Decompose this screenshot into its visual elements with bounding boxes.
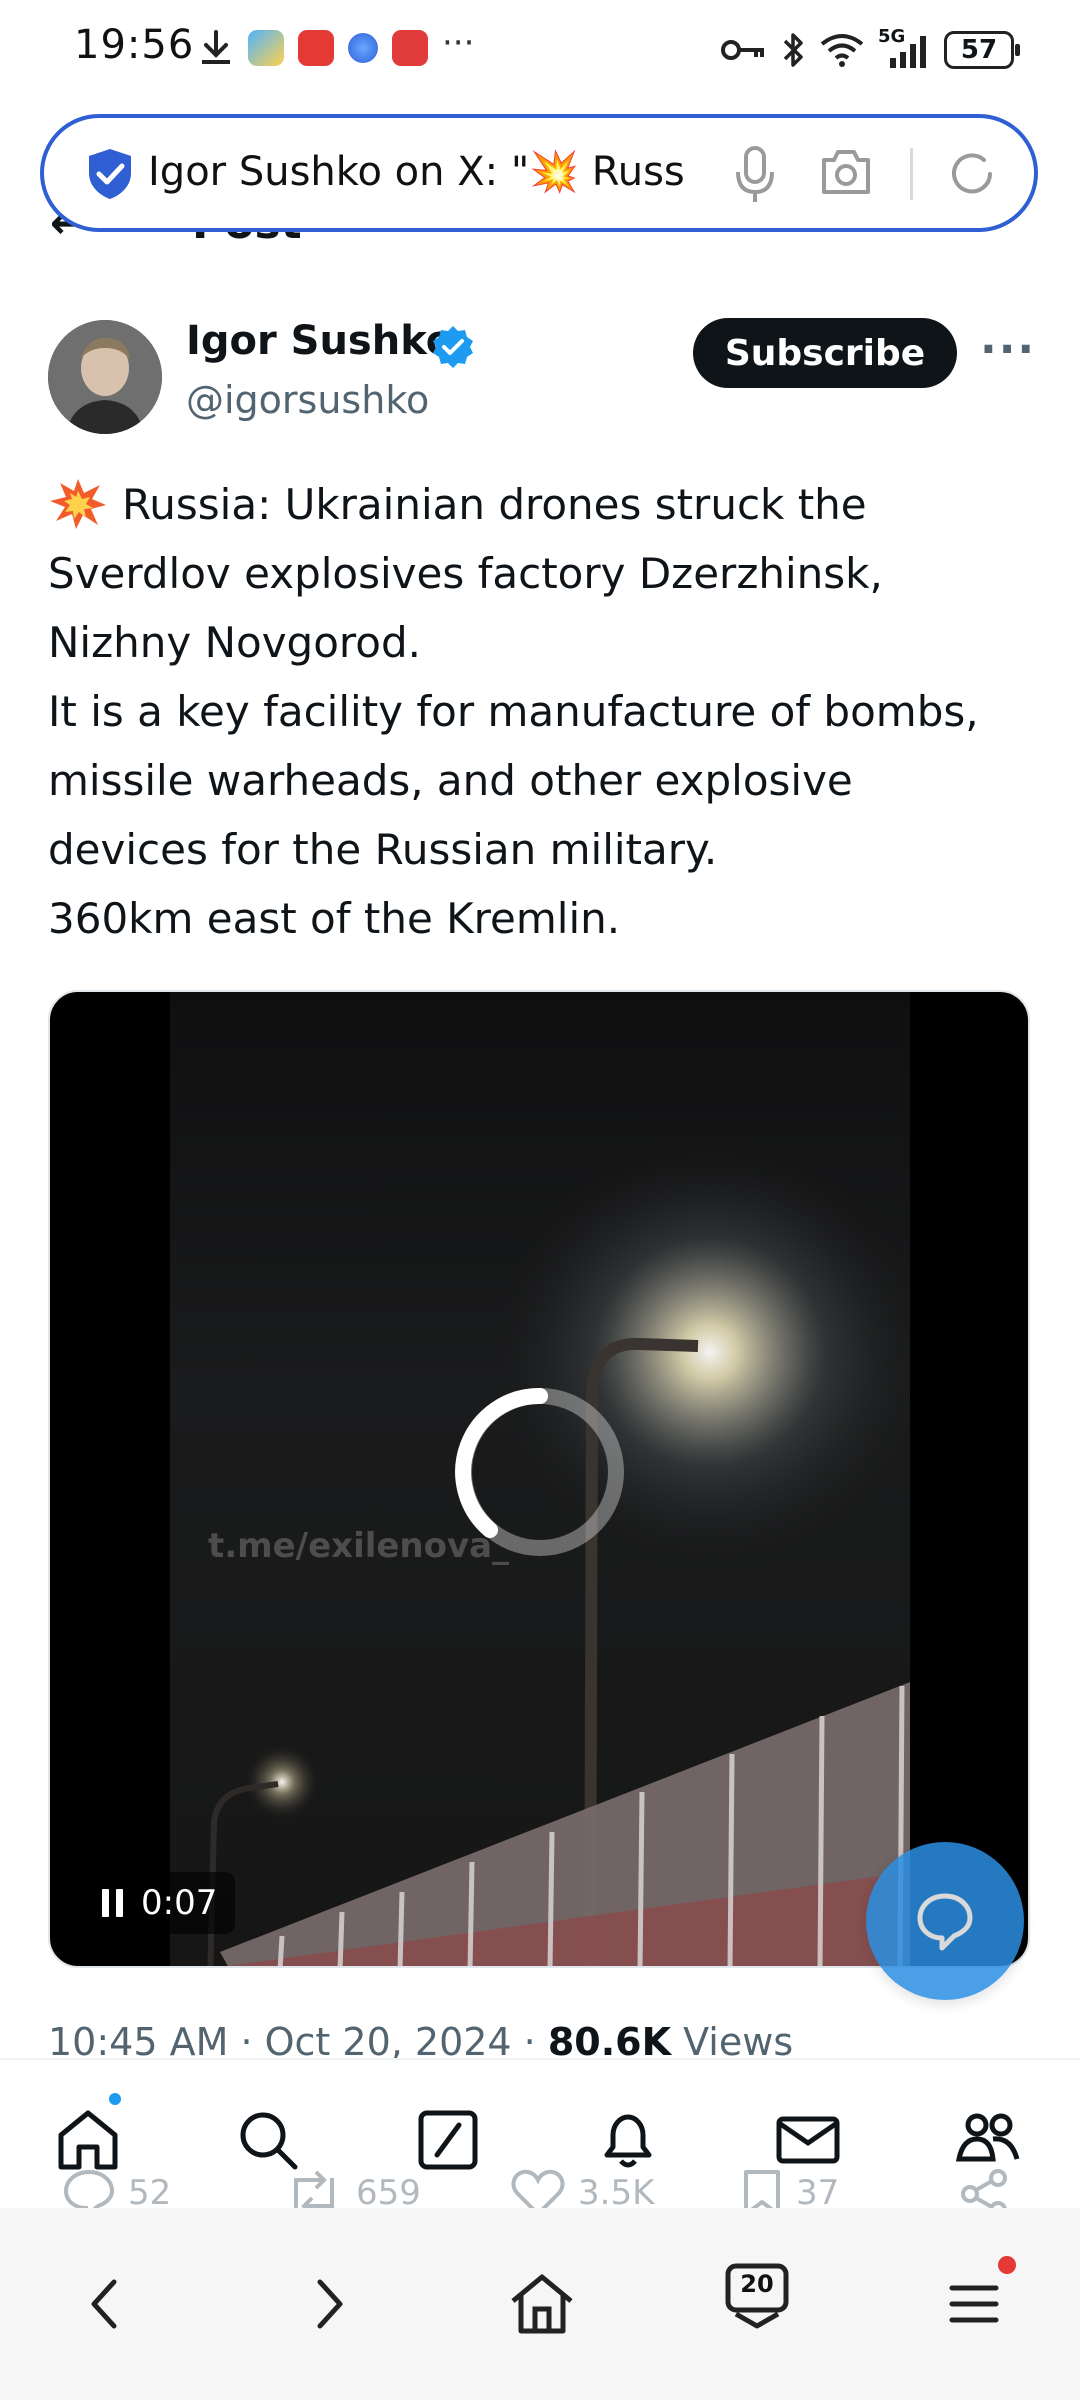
verified-badge-icon <box>433 326 473 368</box>
more-notifications-icon: ··· <box>442 23 475 63</box>
avatar-image <box>48 320 162 434</box>
signal-bars-icon <box>890 36 926 68</box>
tweet-line: Nizhny Novgorod. <box>48 618 421 667</box>
address-bar-divider <box>910 148 913 200</box>
battery-level: 57 <box>960 35 998 65</box>
browser-back-button[interactable] <box>66 2264 146 2344</box>
video-player[interactable]: t.me/exilenova_ 0:07 <box>48 990 1030 1968</box>
shield-verified-icon <box>89 149 131 199</box>
microphone-icon[interactable] <box>734 144 776 206</box>
reload-icon[interactable] <box>944 146 1000 202</box>
huawei-app-icon <box>392 30 428 66</box>
tweet-text: Russia: Ukrainian drones struck the Sver… <box>48 470 1038 953</box>
subscribe-button[interactable]: Subscribe <box>693 318 957 388</box>
status-notification-icons: ··· <box>198 26 474 70</box>
menu-notification-dot <box>998 2256 1016 2274</box>
loading-spinner-icon <box>455 1387 624 1556</box>
chevron-left-icon <box>91 2279 117 2329</box>
tweet-line-text: Russia: Ukrainian drones struck the <box>122 480 867 529</box>
weather-app-icon <box>248 30 284 66</box>
wifi-icon <box>820 34 864 67</box>
author-handle[interactable]: @igorsushko <box>186 378 429 422</box>
video-time: 0:07 <box>141 1883 218 1923</box>
pause-icon[interactable] <box>102 1889 123 1917</box>
browser-app-icon <box>348 33 378 63</box>
tweet-line: 360km east of the Kremlin. <box>48 894 621 943</box>
tab-count: 20 <box>740 2270 774 2298</box>
compose-fab-button[interactable] <box>866 1842 1024 2000</box>
home-icon <box>511 2274 573 2334</box>
tweet-line: devices for the Russian military. <box>48 825 718 874</box>
reply-count: 52 <box>128 2173 172 2213</box>
status-system-icons: 5G 57 <box>720 26 1020 74</box>
like-count: 3.5K <box>578 2173 655 2213</box>
video-controls[interactable]: 0:07 <box>84 1872 236 1934</box>
browser-menu-button[interactable] <box>934 2264 1014 2344</box>
tweet-line: Sverdlov explosives factory Dzerzhinsk, <box>48 549 883 598</box>
browser-forward-button[interactable] <box>288 2264 368 2344</box>
key-icon <box>721 40 764 60</box>
browser-home-button[interactable] <box>502 2264 582 2344</box>
signal-indicator: 5G <box>878 26 930 70</box>
author-name[interactable]: Igor Sushko <box>186 318 453 364</box>
bookmark-count: 37 <box>796 2173 840 2213</box>
status-time: 19:56 <box>74 22 195 68</box>
browser-toolbar: 20 <box>0 2208 1080 2400</box>
repost-count: 659 <box>356 2173 421 2213</box>
status-bar: 19:56 ··· 5G 57 <box>0 0 1080 100</box>
avatar[interactable] <box>48 320 162 434</box>
home-notification-dot <box>106 2090 124 2108</box>
tweet-line: missile warheads, and other explosive <box>48 756 853 805</box>
bluetooth-icon <box>783 33 803 67</box>
collision-emoji-icon <box>50 479 106 529</box>
game-app-icon <box>298 30 334 66</box>
address-bar[interactable]: Igor Sushko on X: "💥 Russ <box>40 114 1038 232</box>
tweet-line: Russia: Ukrainian drones struck the <box>48 470 1038 539</box>
camera-icon[interactable] <box>818 146 874 198</box>
chevron-right-icon <box>317 2279 343 2329</box>
tweet-line: It is a key facility for manufacture of … <box>48 687 979 736</box>
battery-indicator: 57 <box>944 31 1020 69</box>
more-options-button[interactable]: ··· <box>980 324 1036 375</box>
address-text[interactable]: Igor Sushko on X: "💥 Russ <box>148 148 728 195</box>
menu-icon <box>949 2285 999 2323</box>
download-icon <box>202 30 230 64</box>
chat-bubble-icon <box>917 1893 973 1951</box>
